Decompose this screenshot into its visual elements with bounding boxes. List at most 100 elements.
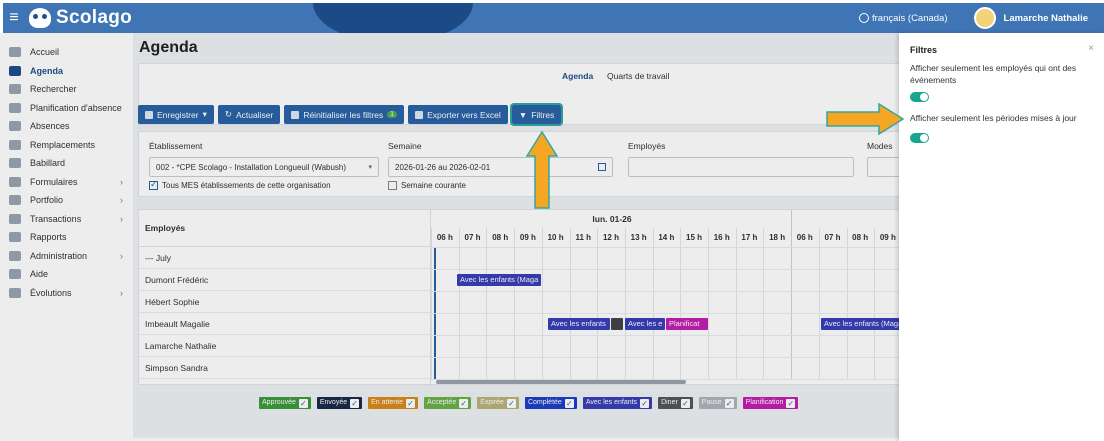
sidebar-item-12[interactable]: Aide [3,265,133,284]
schedule-event[interactable]: Avec les enfants (Maga [821,318,899,330]
toggle-employees-with-events[interactable] [910,92,929,102]
semaine-input[interactable]: 2026-01-26 au 2026-02-01 [388,157,613,177]
export-excel-button[interactable]: Exporter vers Excel [408,105,508,124]
legend-checkbox[interactable]: ✓ [459,398,469,408]
legend-checkbox[interactable]: ✓ [680,398,690,408]
sidebar-item-13[interactable]: Évolutions › [3,284,133,303]
legend-label: Avec les enfants [585,399,638,406]
sidebar-item-7[interactable]: Formulaires › [3,173,133,192]
option-updated-periods-label: Afficher seulement les périodes mises à … [910,113,1077,123]
employee-row[interactable]: Hébert Sophie [139,291,430,313]
panel-title: Filtres [910,45,938,55]
status-legend: Approuvée ✓ Envoyée ✓ En attente ✓ Acceptée ✓ Ex… [259,397,799,409]
employes-select[interactable] [628,157,854,177]
tab-quarts[interactable]: Quarts de travail [607,71,669,81]
board-icon [9,158,21,169]
employee-row[interactable]: --- July [139,247,430,269]
sidebar-item-2[interactable]: Rechercher [3,80,133,99]
sidebar-item-5[interactable]: Remplacements [3,136,133,155]
legend-checkbox[interactable]: ✓ [506,398,516,408]
filters-button[interactable]: ▼ Filtres [509,103,564,126]
schedule-event[interactable]: Avec les enfants (Maga [457,274,541,286]
reset-count-badge: 1 [387,111,398,118]
hour-label: 17 h [741,233,758,242]
checkbox-unchecked[interactable] [388,181,397,190]
toolbar: Enregistrer ▾ ↻ Actualiser Réinitialiser l… [138,103,564,126]
sidebar-item-3[interactable]: Planification d'absence [3,99,133,118]
legend-checkbox[interactable]: ✓ [298,398,308,408]
schedule-event[interactable] [611,318,623,330]
avatar[interactable] [973,7,996,29]
employee-row[interactable]: Dumont Frédéric [139,269,430,291]
refresh-button[interactable]: ↻ Actualiser [217,105,281,124]
schedule-event[interactable]: Planificat [666,318,708,330]
legend-item[interactable]: Planification ✓ [742,397,799,409]
sidebar-item-11[interactable]: Administration › [3,247,133,266]
etablissement-label: Établissement [149,141,203,151]
sidebar-item-label: Remplacements [30,139,96,150]
horizontal-scrollbar[interactable] [436,380,686,384]
legend-item[interactable]: Pause ✓ [698,397,737,409]
chevron-right-icon: › [120,250,123,261]
chevron-right-icon: › [120,176,123,187]
legend-checkbox[interactable]: ✓ [786,398,796,408]
user-name[interactable]: Lamarche Nathalie [1004,13,1088,24]
sidebar-item-label: Évolutions [30,287,72,298]
sidebar-item-label: Formulaires [30,176,78,187]
legend-checkbox[interactable]: ✓ [640,398,650,408]
refresh-icon: ↻ [224,109,232,119]
sidebar-item-label: Accueil [30,47,60,58]
refresh-label: Actualiser [235,109,274,120]
language-selector[interactable]: français (Canada) [859,13,948,24]
semaine-courante-checkbox[interactable]: Semaine courante [388,181,466,190]
checkbox-checked[interactable] [149,179,158,190]
sidebar: Accueil Agenda Rechercher Planification d'a… [3,33,133,438]
legend-checkbox[interactable]: ✓ [406,398,416,408]
hour-label: 16 h [713,233,730,242]
legend-item[interactable]: Envoyée ✓ [316,397,363,409]
tab-agenda[interactable]: Agenda [562,71,593,81]
sidebar-item-label: Babillard [30,158,66,169]
trophy-icon [9,195,21,206]
legend-item[interactable]: En attente ✓ [368,397,419,409]
owl-logo-icon [29,8,51,28]
modes-select[interactable] [867,157,899,177]
sidebar-item-8[interactable]: Portfolio › [3,191,133,210]
legend-item[interactable]: Avec les enfants ✓ [582,397,653,409]
sidebar-item-label: Administration [30,250,88,261]
sidebar-item-6[interactable]: Babillard [3,154,133,173]
reset-filters-button[interactable]: Réinitialiser les filtres 1 [284,105,405,124]
employee-row[interactable]: Simpson Sandra [139,357,430,379]
employee-row[interactable]: Imbeault Magalie [139,313,430,335]
schedule-event[interactable]: Avec les enfants [548,318,610,330]
close-icon[interactable]: × [1088,43,1094,54]
day-header: lun. 01-26 [592,214,632,224]
sidebar-item-9[interactable]: Transactions › [3,210,133,229]
grid-hline [431,379,899,380]
toggle-updated-periods[interactable] [910,133,929,143]
chevron-down-icon: ▾ [202,109,207,119]
legend-item[interactable]: Complétée ✓ [524,397,577,409]
employee-row[interactable]: Lamarche Nathalie [139,335,430,357]
legend-item[interactable]: Approuvée ✓ [259,397,311,409]
calendar-icon[interactable] [598,163,606,171]
etablissement-select[interactable]: 002 - *CPE Scolago - Installation Longue… [149,157,379,177]
sidebar-item-1[interactable]: Agenda [3,62,133,81]
legend-item[interactable]: Expirée ✓ [477,397,519,409]
hamburger-menu-icon[interactable]: ≡ [3,3,25,33]
legend-checkbox[interactable]: ✓ [564,398,574,408]
hour-label: 18 h [769,233,786,242]
schedule-event[interactable]: Avec les e [625,318,665,330]
save-button[interactable]: Enregistrer ▾ [138,105,214,124]
all-etablissements-checkbox[interactable]: Tous MES établissements de cette organis… [149,179,331,190]
legend-checkbox[interactable]: ✓ [724,398,734,408]
legend-item[interactable]: Diner ✓ [658,397,693,409]
option-employees-with-events-label: Afficher seulement les employés qui ont … [910,63,1077,85]
legend-checkbox[interactable]: ✓ [350,398,360,408]
legend-item[interactable]: Acceptée ✓ [424,397,472,409]
sidebar-item-10[interactable]: Rapports [3,228,133,247]
form-icon [9,176,21,187]
scolago-logo[interactable]: Scolago [25,3,132,33]
sidebar-item-0[interactable]: Accueil [3,43,133,62]
sidebar-item-4[interactable]: Absences [3,117,133,136]
